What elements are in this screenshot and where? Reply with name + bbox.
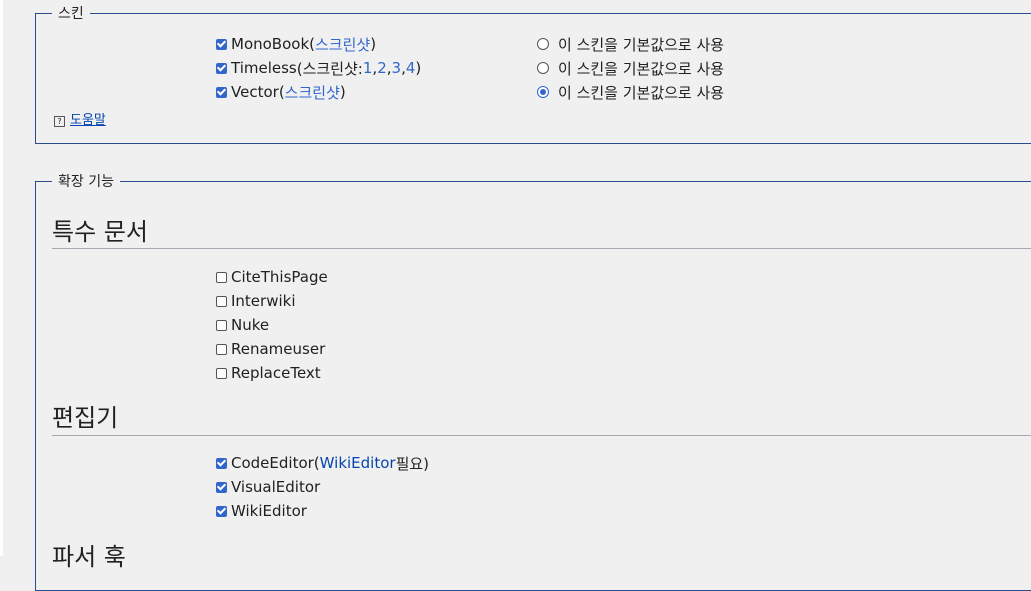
skin-checkbox-timeless[interactable]: [216, 62, 227, 74]
extension-row: CiteThisPage: [216, 265, 328, 289]
default-radio-vector[interactable]: [537, 86, 549, 98]
default-radio-row[interactable]: 이 스킨을 기본값으로 사용: [537, 56, 724, 80]
extension-checkbox[interactable]: [216, 271, 227, 283]
extension-row: Interwiki: [216, 289, 328, 313]
extension-row: ReplaceText: [216, 361, 328, 385]
extension-checkbox[interactable]: [216, 481, 227, 493]
skin-row-monobook: MonoBook (스크린샷): [216, 32, 421, 56]
extension-name: Renameuser: [231, 340, 326, 358]
left-edge: [0, 0, 3, 556]
extension-checkbox[interactable]: [216, 505, 227, 517]
requirement-link[interactable]: WikiEditor: [320, 454, 396, 472]
skin-paren: ): [370, 35, 377, 53]
skin-name: Vector: [231, 83, 279, 101]
extension-row: WikiEditor: [216, 499, 429, 523]
extension-name: VisualEditor: [231, 478, 321, 496]
requirement-text: 필요): [395, 454, 430, 473]
default-radio-timeless[interactable]: [537, 62, 549, 74]
screenshot-link[interactable]: 스크린샷: [315, 34, 370, 55]
help-link[interactable]: 도움말: [70, 113, 106, 128]
extension-checkbox[interactable]: [216, 295, 227, 307]
screenshot-link-4[interactable]: 4: [406, 59, 416, 77]
skin-name: MonoBook: [231, 35, 310, 53]
heading-divider: [52, 248, 1031, 249]
extension-row: Renameuser: [216, 337, 328, 361]
extension-name: ReplaceText: [231, 364, 321, 382]
extension-name: CodeEditor: [231, 454, 314, 472]
extension-row: Nuke: [216, 313, 328, 337]
skin-list: MonoBook (스크린샷) Timeless (스크린샷: 1, 2, 3,…: [216, 32, 421, 104]
extension-checkbox[interactable]: [216, 319, 227, 331]
extension-checkbox[interactable]: [216, 367, 227, 379]
default-radio-row[interactable]: 이 스킨을 기본값으로 사용: [537, 80, 724, 104]
skin-paren: ): [415, 59, 422, 77]
extension-row: VisualEditor: [216, 475, 429, 499]
screenshot-link-3[interactable]: 3: [392, 59, 402, 77]
default-radio-row[interactable]: 이 스킨을 기본값으로 사용: [537, 32, 724, 56]
screenshot-link-2[interactable]: 2: [377, 59, 387, 77]
editors-heading: 편집기: [52, 404, 119, 432]
skin-row-vector: Vector (스크린샷): [216, 80, 421, 104]
extension-name: WikiEditor: [231, 502, 307, 520]
skin-paren: (스크린샷:: [296, 59, 363, 78]
special-pages-list: CiteThisPage Interwiki Nuke Renameuser R…: [216, 265, 328, 385]
skin-row-timeless: Timeless (스크린샷: 1, 2, 3, 4): [216, 56, 421, 80]
skin-fieldset: 스킨: [35, 3, 1031, 144]
screenshot-link[interactable]: 스크린샷: [285, 82, 340, 103]
help-icon: ?: [54, 116, 65, 127]
skin-checkbox-vector[interactable]: [216, 86, 227, 98]
skin-paren: ): [339, 83, 346, 101]
editors-list: CodeEditor (WikiEditor 필요) VisualEditor …: [216, 451, 429, 523]
default-radio-monobook[interactable]: [537, 38, 549, 50]
default-skin-radios: 이 스킨을 기본값으로 사용 이 스킨을 기본값으로 사용 이 스킨을 기본값으…: [537, 32, 724, 104]
screenshot-link-1[interactable]: 1: [363, 59, 373, 77]
skin-name: Timeless: [231, 59, 297, 77]
extension-name: Interwiki: [231, 292, 296, 310]
default-radio-label: 이 스킨을 기본값으로 사용: [558, 83, 725, 102]
help-link-container: ? 도움말: [54, 109, 106, 128]
extensions-legend: 확장 기능: [58, 174, 114, 190]
extension-checkbox[interactable]: [216, 343, 227, 355]
extension-row: CodeEditor (WikiEditor 필요): [216, 451, 429, 475]
default-radio-label: 이 스킨을 기본값으로 사용: [558, 59, 725, 78]
parser-hooks-heading: 파서 훅: [52, 543, 126, 571]
default-radio-label: 이 스킨을 기본값으로 사용: [558, 35, 725, 54]
skin-checkbox-monobook[interactable]: [216, 38, 227, 50]
skin-legend: 스킨: [58, 6, 84, 22]
special-pages-heading: 특수 문서: [52, 218, 148, 246]
extension-name: Nuke: [231, 316, 270, 334]
extensions-fieldset: 확장 기능: [35, 171, 1031, 591]
extension-name: CiteThisPage: [231, 268, 328, 286]
heading-divider: [52, 435, 1031, 436]
extension-checkbox[interactable]: [216, 457, 227, 469]
